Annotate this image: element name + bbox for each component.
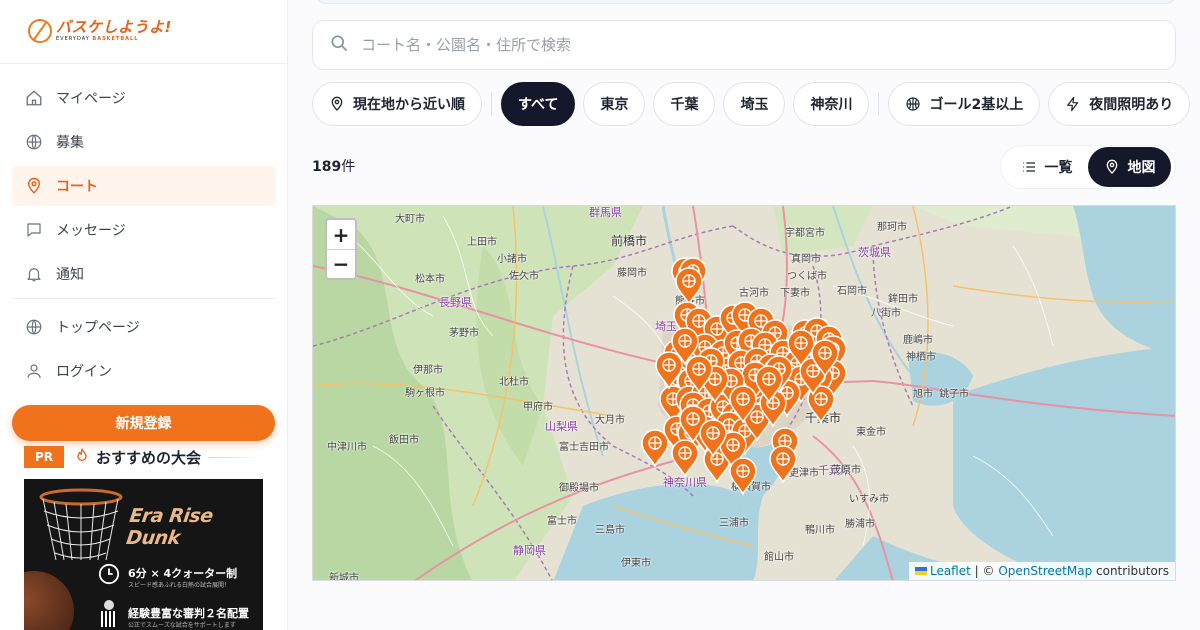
home-icon [24, 88, 44, 108]
view-toggle: 一覧 地図 [1000, 145, 1176, 189]
map-attribution: Leaflet | © OpenStreetMap contributors [908, 562, 1175, 580]
area-chip-kanagawa[interactable]: 神奈川 [793, 82, 870, 126]
leaflet-link[interactable]: Leaflet [930, 564, 971, 578]
location-pin-icon [24, 176, 44, 196]
list-view-button[interactable]: 一覧 [1005, 147, 1088, 187]
search-icon [329, 33, 349, 57]
brand-name: バスケしようよ! [56, 18, 172, 36]
flame-icon [74, 446, 90, 468]
brand-tagline-suffix: BASKETBALL [92, 36, 139, 42]
signup-button[interactable]: 新規登録 [12, 405, 275, 441]
pr-badge: PR [24, 446, 64, 468]
lightning-icon [1065, 96, 1081, 112]
sort-nearby-chip[interactable]: 現在地から近い順 [312, 82, 482, 126]
top-banner-edge [316, 0, 1176, 4]
sidebar-item-messages[interactable]: メッセージ [12, 210, 276, 250]
list-icon [1021, 159, 1037, 175]
brand-logo[interactable]: バスケしようよ! EVERYDAY BASKETBALL [28, 16, 172, 46]
basketball-hoop-icon [39, 488, 123, 561]
chip-divider [491, 92, 492, 116]
search-input[interactable] [361, 36, 1061, 54]
court-pin[interactable] [769, 445, 797, 484]
result-count: 189件 [312, 156, 355, 176]
basketball-logo-icon [28, 19, 52, 43]
court-pin[interactable] [729, 457, 757, 496]
map-view-label: 地図 [1127, 160, 1156, 176]
area-chip-all[interactable]: すべて [501, 82, 576, 126]
promo-title: Era Rise Dunk [124, 505, 215, 549]
pr-title: おすすめの大会 [96, 448, 202, 467]
result-count-unit: 件 [341, 159, 356, 175]
attribution-suffix: contributors [1096, 564, 1169, 578]
ukraine-flag-icon [914, 567, 927, 575]
sidebar: バスケしようよ! EVERYDAY BASKETBALL マイページ 募集 コー… [0, 0, 288, 630]
search-bar[interactable] [312, 20, 1176, 70]
list-view-label: 一覧 [1044, 160, 1073, 176]
pr-divider [209, 456, 264, 458]
sidebar-item-label: マイページ [56, 91, 126, 107]
attribution-sep: | © [974, 564, 995, 578]
area-chip-saitama[interactable]: 埼玉 [723, 82, 786, 126]
chip-label: 現在地から近い順 [353, 97, 465, 113]
promo-feature-1: 6分 × 4クォーター制 [128, 567, 238, 580]
area-chip-tokyo[interactable]: 東京 [583, 82, 646, 126]
promo-feature-2-sub: 公正でスムーズな試合をサポートします [128, 622, 236, 629]
sidebar-item-recruit[interactable]: 募集 [12, 122, 276, 162]
result-count-value: 189 [312, 159, 342, 175]
chat-icon [24, 220, 44, 240]
filter-chips: 現在地から近い順 すべて 東京 千葉 埼玉 神奈川 ゴール2基以上 夜間照明あり [312, 82, 1200, 126]
basketball-icon [905, 96, 921, 112]
pr-header: PR おすすめの大会 [24, 446, 264, 468]
bell-icon [24, 264, 44, 284]
sidebar-item-label: トップページ [56, 320, 140, 336]
court-pin[interactable] [641, 429, 669, 468]
chip-divider [878, 92, 880, 116]
chip-label: ゴール2基以上 [929, 97, 1024, 113]
sidebar-item-label: 通知 [56, 267, 84, 283]
area-chip-chiba[interactable]: 千葉 [653, 82, 716, 126]
promo-feature-2: 経験豊富な審判２名配置 [128, 607, 249, 620]
sidebar-item-toppage[interactable]: トップページ [12, 307, 276, 347]
user-icon [24, 361, 44, 381]
basketball-image [24, 571, 74, 630]
brand-tagline-prefix: EVERYDAY [56, 36, 90, 42]
clock-icon [98, 563, 120, 585]
court-pin[interactable] [675, 267, 703, 306]
sidebar-item-notifications[interactable]: 通知 [12, 254, 276, 294]
tournament-promo-banner[interactable]: Era Rise Dunk 6分 × 4クォーター制 スピード感あふれる白熱の試… [24, 479, 263, 630]
chip-label: 夜間照明あり [1089, 97, 1174, 113]
zoom-out-button[interactable]: − [327, 249, 355, 278]
goals-filter-chip[interactable]: ゴール2基以上 [888, 82, 1041, 126]
sidebar-item-mypage[interactable]: マイページ [12, 78, 276, 118]
sidebar-item-login[interactable]: ログイン [12, 351, 276, 391]
court-map[interactable]: 群馬県 長野県 埼玉 茨城県 山梨県 神奈川県 千葉県 静岡県 前橋市 千葉市 … [312, 205, 1176, 581]
location-pin-icon [1104, 159, 1120, 175]
zoom-control: + − [325, 218, 357, 280]
sidebar-item-label: ログイン [56, 364, 112, 380]
sidebar-nav: マイページ 募集 コート メッセージ 通知 トップページ ログイン [12, 78, 276, 395]
court-pin[interactable] [671, 439, 699, 478]
referee-icon [101, 600, 117, 627]
sidebar-divider [12, 298, 276, 299]
court-pins-layer[interactable] [313, 206, 1176, 581]
sidebar-item-label: メッセージ [56, 223, 126, 239]
location-pin-icon [329, 96, 345, 112]
globe-icon [24, 132, 44, 152]
sidebar-item-label: 募集 [56, 135, 84, 151]
night-lighting-chip[interactable]: 夜間照明あり [1048, 82, 1191, 126]
globe-icon [24, 317, 44, 337]
sidebar-item-label: コート [56, 179, 98, 195]
zoom-in-button[interactable]: + [327, 220, 355, 249]
map-view-button[interactable]: 地図 [1088, 147, 1171, 187]
sidebar-divider [0, 63, 288, 64]
sidebar-item-court[interactable]: コート [12, 166, 276, 206]
promo-feature-1-sub: スピード感あふれる白熱の試合展開！ [128, 582, 231, 589]
osm-link[interactable]: OpenStreetMap [998, 564, 1092, 578]
